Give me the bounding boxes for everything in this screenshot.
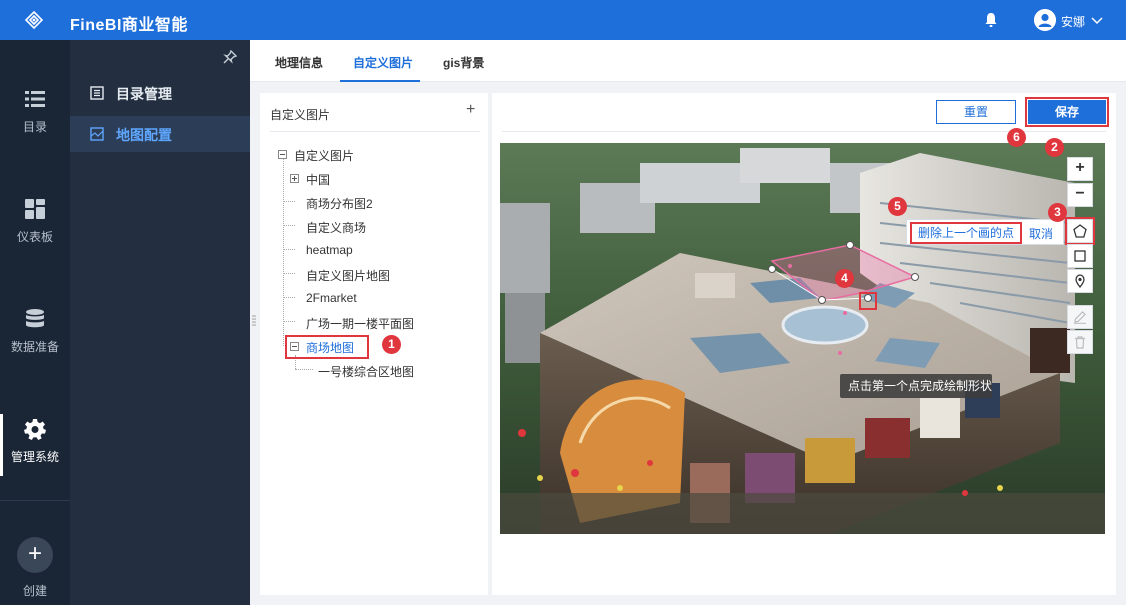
tree-connector bbox=[283, 159, 284, 346]
reset-button[interactable]: 重置 bbox=[936, 100, 1016, 124]
tab-geo-info[interactable]: 地理信息 bbox=[275, 54, 323, 71]
create-button[interactable]: + bbox=[17, 537, 53, 573]
tree-node[interactable]: 自定义商场 bbox=[306, 219, 366, 236]
add-marker-button[interactable] bbox=[1067, 269, 1093, 293]
zoom-out-button[interactable]: − bbox=[1067, 183, 1093, 207]
delete-shape-button[interactable] bbox=[1067, 330, 1093, 354]
logo-icon bbox=[24, 10, 44, 30]
tab-bar: 地理信息 自定义图片 gis背景 bbox=[250, 40, 1126, 82]
nav-label: 管理系统 bbox=[10, 450, 59, 464]
tree-connector bbox=[295, 369, 313, 370]
trash-icon bbox=[1075, 336, 1085, 349]
marker-pin-icon bbox=[1075, 274, 1085, 288]
edit-shape-button[interactable] bbox=[1067, 305, 1093, 329]
nav-label: 数据准备 bbox=[10, 340, 59, 354]
create-label: 创建 bbox=[22, 584, 47, 598]
draw-rectangle-button[interactable] bbox=[1067, 244, 1093, 268]
add-image-button[interactable]: + bbox=[466, 101, 475, 119]
annotation-badge: 3 bbox=[1048, 203, 1067, 222]
database-icon bbox=[26, 309, 44, 328]
zoom-out-icon: − bbox=[1075, 185, 1085, 202]
tree-connector bbox=[283, 225, 295, 226]
annotation-badge: 1 bbox=[382, 335, 401, 354]
list-icon bbox=[25, 91, 45, 107]
image-tree-panel: 自定义图片 + 自定义图片 中国 商场分布图2 自定义商场 heatmap 自定… bbox=[260, 93, 488, 595]
annotation-badge: 5 bbox=[888, 197, 907, 216]
sub-item-label: 地图配置 bbox=[116, 127, 172, 143]
tree-node[interactable]: heatmap bbox=[306, 243, 353, 257]
save-button[interactable]: 保存 bbox=[1025, 97, 1109, 127]
main-content: 地理信息 自定义图片 gis背景 自定义图片 + 自定义图片 中国 商场分布图2… bbox=[250, 40, 1126, 605]
map-editor-panel: 重置 保存 + − 删除上一个画的点 取消 点击第一个点完成绘制形状 4 5 2… bbox=[492, 93, 1116, 595]
sub-item-catalog-management[interactable]: 目录管理 bbox=[70, 75, 250, 111]
user-name[interactable]: 安娜 bbox=[1061, 13, 1085, 30]
tree-connector bbox=[283, 201, 295, 202]
tree-node[interactable]: 自定义图片地图 bbox=[306, 267, 390, 284]
tree-node[interactable]: 2Fmarket bbox=[306, 291, 357, 305]
tree-node[interactable]: 广场一期一楼平面图 bbox=[306, 315, 414, 332]
draw-polygon-button[interactable] bbox=[1065, 217, 1095, 245]
annotation-box bbox=[859, 292, 877, 310]
tab-gis-background[interactable]: gis背景 bbox=[443, 54, 484, 71]
nav-label: 仪表板 bbox=[16, 230, 53, 244]
app-header: FineBI商业智能 安娜 bbox=[0, 0, 1126, 40]
annotation-badge: 4 bbox=[835, 269, 854, 288]
active-tab-indicator bbox=[340, 80, 420, 82]
tree-connector bbox=[283, 273, 295, 274]
drawing-hint-bar: 删除上一个画的点 取消 bbox=[906, 219, 1064, 245]
mall-aerial-image[interactable] bbox=[500, 143, 1105, 534]
cancel-drawing-button[interactable]: 取消 bbox=[1029, 225, 1053, 242]
nav-item-data-prep[interactable]: 数据准备 bbox=[0, 304, 70, 374]
drawing-tooltip: 点击第一个点完成绘制形状 bbox=[840, 374, 992, 398]
tree-node-child[interactable]: 一号楼综合区地图 bbox=[318, 363, 414, 380]
zoom-in-icon: + bbox=[1075, 159, 1085, 176]
edit-icon bbox=[1074, 311, 1086, 324]
chevron-down-icon[interactable] bbox=[1091, 14, 1103, 26]
plus-icon: + bbox=[27, 540, 42, 567]
tree-connector bbox=[283, 297, 295, 298]
tree-node[interactable]: 商场分布图2 bbox=[306, 195, 373, 212]
delete-last-point-button[interactable]: 删除上一个画的点 bbox=[910, 222, 1022, 244]
bell-icon[interactable] bbox=[984, 12, 998, 28]
sub-item-label: 目录管理 bbox=[116, 86, 172, 102]
nav-item-dashboard[interactable]: 仪表板 bbox=[0, 194, 70, 264]
annotation-badge: 2 bbox=[1045, 138, 1064, 157]
user-avatar-icon[interactable] bbox=[1034, 9, 1056, 31]
sub-nav: 目录管理 地图配置 bbox=[70, 40, 250, 605]
map-config-icon bbox=[90, 127, 104, 141]
annotation-box bbox=[285, 335, 369, 359]
tree-expand-toggle[interactable] bbox=[290, 174, 299, 183]
tree-connector bbox=[283, 249, 295, 250]
tree-connector bbox=[283, 321, 295, 322]
sub-item-map-config[interactable]: 地图配置 bbox=[70, 116, 250, 152]
tree-collapse-toggle[interactable] bbox=[278, 150, 287, 159]
nav-item-admin[interactable]: 管理系统 bbox=[0, 414, 70, 484]
tree-title: 自定义图片 bbox=[270, 108, 331, 122]
left-nav: 目录 仪表板 数据准备 管理系统 + 创建 bbox=[0, 40, 70, 605]
nav-divider bbox=[0, 500, 70, 501]
polygon-icon bbox=[1073, 224, 1087, 238]
gear-icon bbox=[24, 419, 46, 440]
app-title: FineBI商业智能 bbox=[70, 17, 188, 34]
catalog-icon bbox=[90, 86, 104, 100]
pin-icon[interactable] bbox=[223, 50, 237, 64]
annotation-badge: 6 bbox=[1007, 128, 1026, 147]
tree-divider bbox=[270, 131, 480, 132]
tab-custom-image[interactable]: 自定义图片 bbox=[353, 54, 413, 71]
dashboard-icon bbox=[25, 199, 45, 219]
tree-node[interactable]: 中国 bbox=[306, 171, 330, 188]
tree-node-root[interactable]: 自定义图片 bbox=[294, 147, 354, 164]
nav-item-catalog[interactable]: 目录 bbox=[0, 84, 70, 154]
rectangle-icon bbox=[1074, 250, 1086, 262]
zoom-in-button[interactable]: + bbox=[1067, 157, 1093, 181]
nav-label: 目录 bbox=[22, 120, 47, 134]
panel-resize-handle[interactable] bbox=[252, 315, 256, 327]
